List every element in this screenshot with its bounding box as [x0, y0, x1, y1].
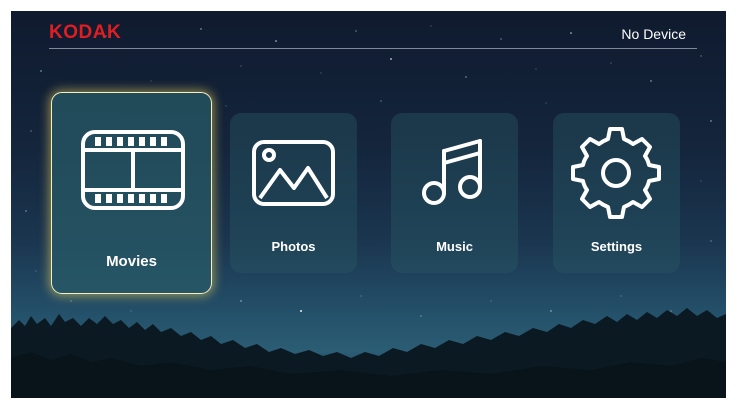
- gear-icon: [571, 127, 661, 219]
- tile-music[interactable]: Music: [391, 113, 518, 273]
- top-bar: KODAK No Device: [11, 11, 726, 51]
- tile-label-music: Music: [436, 239, 473, 254]
- music-note-icon: [422, 139, 482, 205]
- header-divider: [49, 48, 697, 49]
- tile-settings[interactable]: Settings: [553, 113, 680, 273]
- tile-label-photos: Photos: [271, 239, 316, 254]
- tile-label-settings: Settings: [590, 239, 643, 254]
- tile-movies[interactable]: Movies: [51, 92, 212, 294]
- film-icon: [81, 130, 185, 210]
- device-status: No Device: [621, 26, 686, 42]
- forest-silhouette: [11, 308, 726, 398]
- tile-photos[interactable]: Photos: [230, 113, 357, 273]
- projector-home-screen: KODAK No Device Movies Photos Music Sett…: [11, 11, 726, 398]
- image-icon: [252, 140, 335, 206]
- kodak-logo: KODAK: [49, 22, 122, 43]
- tile-label-movies: Movies: [106, 253, 157, 270]
